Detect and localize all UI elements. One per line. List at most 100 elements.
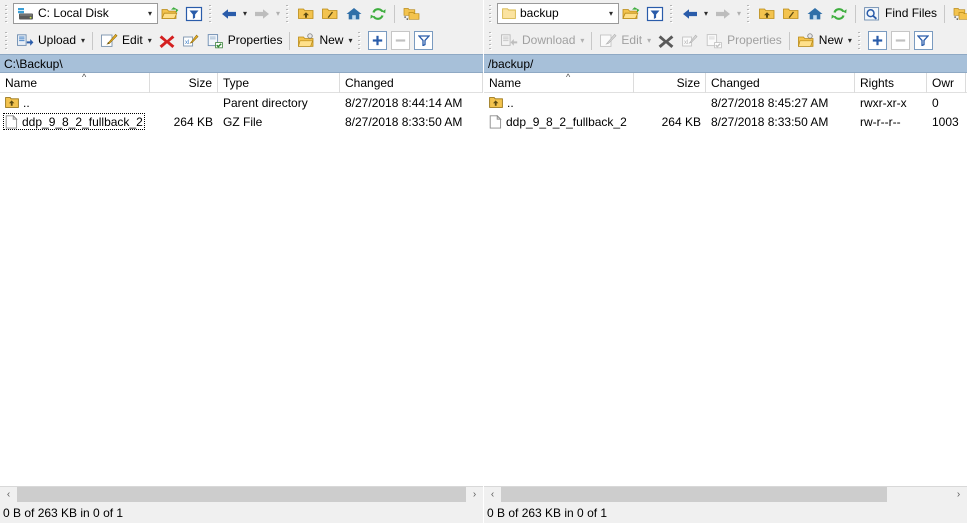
- local-file-list[interactable]: .. Parent directory 8/27/2018 8:44:14 AM: [0, 93, 483, 486]
- local-root-directory-button[interactable]: [318, 2, 342, 25]
- sort-asc-icon: ^: [82, 73, 87, 82]
- column-header-owner[interactable]: Owr: [927, 73, 966, 93]
- scroll-thumb[interactable]: [17, 487, 466, 502]
- download-dropdown-caret[interactable]: ▾: [580, 36, 584, 45]
- remote-new-button[interactable]: New ▾: [794, 29, 855, 52]
- remote-unselect-group-button[interactable]: [890, 31, 910, 50]
- upload-button[interactable]: Upload ▾: [13, 29, 88, 52]
- column-header-name[interactable]: Name ^: [0, 73, 150, 93]
- new-dropdown-caret[interactable]: ▾: [348, 36, 352, 45]
- cell-size: 264 KB: [173, 114, 213, 129]
- column-header-rights[interactable]: Rights: [855, 73, 927, 93]
- scroll-right-arrow-icon[interactable]: ›: [950, 487, 967, 502]
- remote-parent-directory-button[interactable]: [755, 2, 779, 25]
- table-row[interactable]: .. 8/27/2018 8:45:27 AM rwxr-xr-x 0: [484, 93, 967, 112]
- toolbar-grip-icon[interactable]: [746, 4, 754, 23]
- remote-rename-button[interactable]: xl: [678, 29, 702, 52]
- local-home-directory-button[interactable]: [342, 2, 366, 25]
- toolbar-grip-icon[interactable]: [856, 31, 864, 50]
- scroll-thumb[interactable]: [501, 487, 888, 502]
- new-button[interactable]: New ▾: [294, 29, 355, 52]
- forward-arrow-icon: [253, 7, 271, 21]
- toolbar-grip-icon[interactable]: [4, 31, 11, 50]
- local-open-directory-button[interactable]: [158, 2, 182, 25]
- remote-select-files-button[interactable]: [949, 2, 967, 25]
- remote-refresh-button[interactable]: [827, 2, 851, 25]
- local-status-bar: 0 B of 263 KB in 0 of 1: [0, 502, 483, 523]
- toolbar-grip-icon[interactable]: [357, 31, 365, 50]
- toolbar-grip-icon[interactable]: [208, 4, 215, 23]
- toolbar-grip-icon[interactable]: [4, 4, 11, 23]
- local-back-button[interactable]: ▾: [217, 2, 250, 25]
- name-content: ..: [487, 94, 516, 111]
- edit-button[interactable]: Edit ▾: [97, 29, 155, 52]
- forward-dropdown-caret[interactable]: ▾: [276, 9, 280, 18]
- cell-name[interactable]: ..: [0, 93, 150, 112]
- local-select-files-button[interactable]: [399, 2, 423, 25]
- remote-home-directory-button[interactable]: [803, 2, 827, 25]
- select-group-button[interactable]: [368, 31, 388, 50]
- scroll-right-arrow-icon[interactable]: ›: [466, 487, 483, 502]
- scroll-track[interactable]: [501, 487, 950, 502]
- remote-filter-button[interactable]: [643, 2, 667, 25]
- cell-name[interactable]: ..: [484, 93, 634, 112]
- column-header-changed[interactable]: Changed: [706, 73, 855, 93]
- remote-select-group-button[interactable]: [867, 31, 887, 50]
- remote-root-directory-button[interactable]: [779, 2, 803, 25]
- column-header-changed[interactable]: Changed: [340, 73, 483, 93]
- edit-dropdown-caret[interactable]: ▾: [148, 36, 152, 45]
- toolbar-grip-icon[interactable]: [285, 4, 293, 23]
- remote-path-combobox[interactable]: backup ▾: [497, 3, 619, 24]
- download-button[interactable]: Download ▾: [497, 29, 587, 52]
- chevron-down-icon[interactable]: ▾: [143, 4, 157, 23]
- remote-edit-dropdown-caret[interactable]: ▾: [647, 36, 651, 45]
- remote-back-button[interactable]: ▾: [678, 2, 711, 25]
- scroll-left-arrow-icon[interactable]: ‹: [0, 487, 17, 502]
- column-header-name[interactable]: Name ^: [484, 73, 634, 93]
- remote-properties-button[interactable]: Properties: [702, 29, 785, 52]
- toolbar-grip-icon[interactable]: [488, 4, 495, 23]
- remote-delete-button[interactable]: [654, 29, 678, 52]
- forward-dropdown-caret[interactable]: ▾: [737, 9, 741, 18]
- cell-changed: 8/27/2018 8:45:27 AM: [711, 95, 829, 110]
- upload-dropdown-caret[interactable]: ▾: [81, 36, 85, 45]
- toolbar-grip-icon[interactable]: [669, 4, 676, 23]
- rename-button[interactable]: xl: [179, 29, 203, 52]
- remote-horizontal-scrollbar[interactable]: ‹ ›: [484, 486, 967, 502]
- delete-button[interactable]: [155, 29, 179, 52]
- remote-selection-options-button[interactable]: [913, 31, 933, 50]
- remote-new-dropdown-caret[interactable]: ▾: [848, 36, 852, 45]
- column-header-size[interactable]: Size: [150, 73, 218, 93]
- cell-name[interactable]: ddp_9_8_2_fullback_2...: [0, 112, 150, 131]
- chevron-down-icon[interactable]: ▾: [604, 4, 618, 23]
- cell-name[interactable]: ddp_9_8_2_fullback_2...: [484, 112, 634, 131]
- selection-options-button[interactable]: [414, 31, 434, 50]
- back-dropdown-caret[interactable]: ▾: [704, 9, 708, 18]
- scroll-track[interactable]: [17, 487, 466, 502]
- local-path-combobox[interactable]: C: Local Disk ▾: [13, 3, 158, 24]
- find-files-button[interactable]: Find Files: [860, 2, 940, 25]
- remote-open-directory-button[interactable]: [619, 2, 643, 25]
- toolbar-grip-icon[interactable]: [488, 31, 495, 50]
- column-header-type[interactable]: Type: [218, 73, 340, 93]
- unselect-group-button[interactable]: [391, 31, 411, 50]
- remote-pathbar[interactable]: /backup/: [484, 54, 967, 73]
- table-row[interactable]: ddp_9_8_2_fullback_2... 264 KB 8/27/2018…: [484, 112, 967, 131]
- local-parent-directory-button[interactable]: [294, 2, 318, 25]
- table-row[interactable]: .. Parent directory 8/27/2018 8:44:14 AM: [0, 93, 483, 112]
- remote-edit-button[interactable]: Edit ▾: [596, 29, 654, 52]
- file-icon: [5, 114, 18, 129]
- local-pathbar[interactable]: C:\Backup\: [0, 54, 483, 73]
- scroll-left-arrow-icon[interactable]: ‹: [484, 487, 501, 502]
- local-filter-button[interactable]: [182, 2, 206, 25]
- local-forward-button[interactable]: ▾: [250, 2, 283, 25]
- column-header-size[interactable]: Size: [634, 73, 706, 93]
- table-row[interactable]: ddp_9_8_2_fullback_2... 264 KB GZ File 8…: [0, 112, 483, 131]
- remote-file-list[interactable]: .. 8/27/2018 8:45:27 AM rwxr-xr-x 0 ddp_…: [484, 93, 967, 486]
- back-dropdown-caret[interactable]: ▾: [243, 9, 247, 18]
- properties-button[interactable]: Properties: [203, 29, 286, 52]
- back-arrow-icon: [220, 7, 238, 21]
- remote-forward-button[interactable]: ▾: [711, 2, 744, 25]
- local-refresh-button[interactable]: [366, 2, 390, 25]
- local-horizontal-scrollbar[interactable]: ‹ ›: [0, 486, 483, 502]
